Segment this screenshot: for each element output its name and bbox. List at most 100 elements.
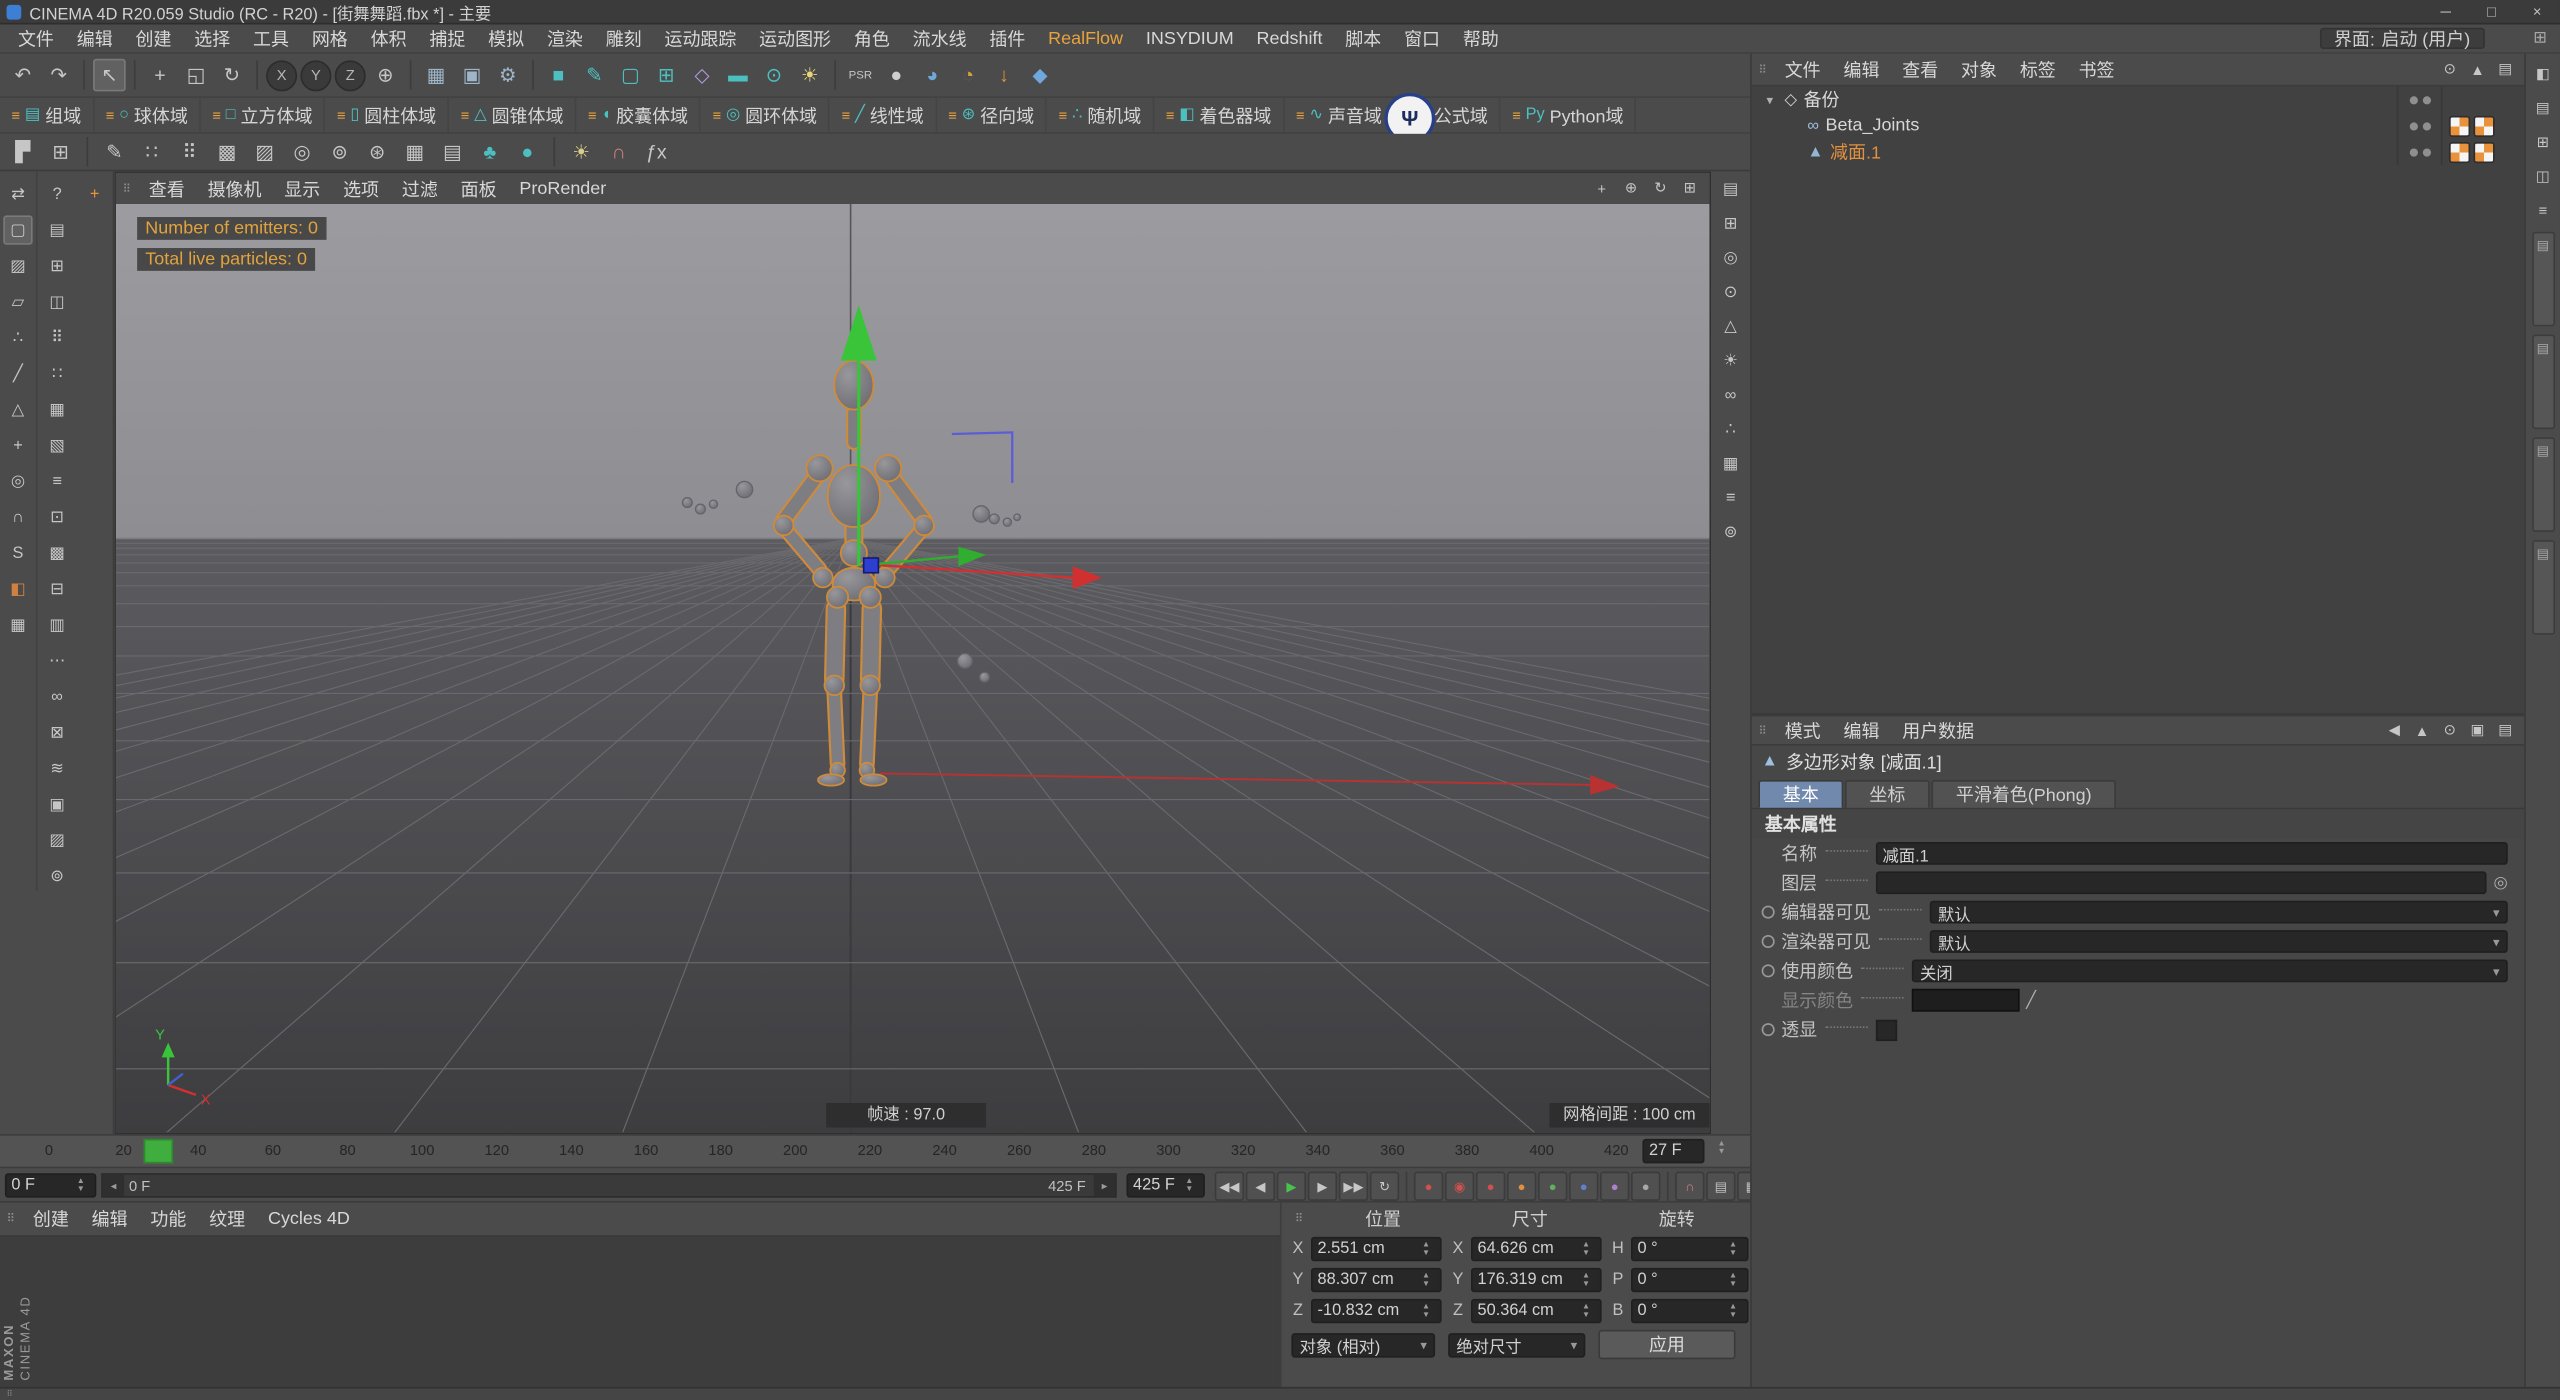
- object-manager-menu-item[interactable]: 标签: [2008, 54, 2067, 85]
- filter-toggle-icon[interactable]: △: [1716, 312, 1745, 341]
- spinner[interactable]: [1422, 1242, 1435, 1257]
- material-ball-icon[interactable]: ●: [880, 59, 913, 92]
- palette-command-icon[interactable]: ⊡: [42, 503, 71, 532]
- layout-d-icon[interactable]: ≡: [2530, 197, 2556, 223]
- realflow-cone-field-button[interactable]: ≡ △ 圆锥体域: [449, 97, 577, 133]
- qr-sphere-icon[interactable]: ◔: [952, 59, 985, 92]
- points-mode-icon[interactable]: ∴: [3, 323, 32, 352]
- object-manager-menu-item[interactable]: 对象: [1950, 54, 2009, 85]
- minimize-button[interactable]: ─: [2423, 0, 2469, 23]
- material-menu-item[interactable]: 功能: [139, 1203, 198, 1236]
- spinner[interactable]: [1729, 1304, 1742, 1319]
- mesh-pattern-icon[interactable]: ▦: [398, 135, 431, 168]
- layout-a-icon[interactable]: ▤: [2530, 95, 2556, 121]
- viewport-menu-item[interactable]: 显示: [273, 173, 332, 204]
- size-value-input[interactable]: 50.364 cm: [1471, 1298, 1602, 1324]
- panel-grip-icon[interactable]: ⠿: [1758, 63, 1766, 75]
- palette-command-icon[interactable]: ⋯: [42, 646, 71, 675]
- menu-item[interactable]: 模拟: [477, 24, 536, 52]
- menu-item[interactable]: RealFlow: [1037, 24, 1135, 52]
- filter-toggle-icon[interactable]: ∴: [1716, 414, 1745, 443]
- spinner[interactable]: [1729, 1242, 1742, 1257]
- viewport-solo-icon[interactable]: ◎: [3, 467, 32, 496]
- filter-toggle-icon[interactable]: ≡: [1716, 483, 1745, 512]
- menu-item[interactable]: 帮助: [1451, 24, 1510, 52]
- panel-grip-icon[interactable]: ⠿: [7, 1212, 15, 1225]
- enable-axis-icon[interactable]: +: [3, 431, 32, 460]
- realflow-python-field-button[interactable]: ≡ Py Python域: [1501, 97, 1637, 133]
- edges-mode-icon[interactable]: ╱: [3, 359, 32, 388]
- render-picture-viewer-icon[interactable]: ▣: [456, 59, 489, 92]
- menu-item[interactable]: 编辑: [65, 24, 124, 52]
- expander-icon[interactable]: ▾: [1762, 92, 1778, 107]
- panel-grip-icon[interactable]: ⠿: [1295, 1212, 1303, 1224]
- environment-floor-icon[interactable]: ▬: [722, 59, 755, 92]
- attribute-menu-item[interactable]: 模式: [1773, 716, 1832, 744]
- viewport-3d-scene[interactable]: Y X: [115, 203, 1710, 1133]
- visibility-dots[interactable]: [2396, 112, 2443, 139]
- object-manager-menu-item[interactable]: 文件: [1773, 54, 1832, 85]
- filter-toggle-icon[interactable]: ∞: [1716, 380, 1745, 409]
- palette-command-icon[interactable]: ▥: [42, 610, 71, 639]
- lock-icon[interactable]: ▣: [2465, 718, 2489, 742]
- menu-item[interactable]: 捕捉: [418, 24, 477, 52]
- attribute-menu-item[interactable]: 编辑: [1832, 716, 1891, 744]
- timeline-ruler[interactable]: 0 20 40 60 80 100 120 140 160 180 200 220 240 260 280 3…: [0, 1134, 1751, 1169]
- lock-z-icon[interactable]: Z: [334, 59, 366, 91]
- layout-b-icon[interactable]: ⊞: [2530, 129, 2556, 155]
- object-row[interactable]: ▾ ◇ 备份: [1752, 86, 2524, 113]
- texture-tag-icon[interactable]: [2473, 115, 2495, 137]
- layout-c-icon[interactable]: ◫: [2530, 163, 2556, 189]
- filter-toggle-icon[interactable]: ▤: [1716, 175, 1745, 204]
- panel-icon[interactable]: ▤: [2493, 718, 2517, 742]
- texture-mode-icon[interactable]: ▨: [3, 251, 32, 280]
- color-picker-icon[interactable]: ╱: [2026, 991, 2036, 1009]
- rotate-view-icon[interactable]: ↻: [1647, 175, 1673, 201]
- menu-item[interactable]: 插件: [978, 24, 1037, 52]
- palette-command-icon[interactable]: ⊚: [42, 862, 71, 891]
- realflow-sound-field-button[interactable]: ≡ ∿ 声音域: [1284, 97, 1395, 133]
- undo-icon[interactable]: ↶: [7, 59, 40, 92]
- slider-right-grip[interactable]: ▸: [1093, 1174, 1116, 1197]
- subdivision-surface-icon[interactable]: ▢: [614, 59, 647, 92]
- autokeying-icon[interactable]: ◉: [1444, 1171, 1475, 1201]
- close-button[interactable]: ×: [2514, 0, 2560, 23]
- hatch-pattern-icon[interactable]: ▨: [248, 135, 281, 168]
- palette-command-icon[interactable]: ▣: [42, 790, 71, 819]
- snap-magnet-icon[interactable]: ∩: [1675, 1171, 1705, 1201]
- layout-tab[interactable]: ▤: [2531, 334, 2555, 430]
- primitive-cube-icon[interactable]: ■: [542, 59, 575, 92]
- record-selection-icon[interactable]: ●: [1475, 1171, 1506, 1201]
- goto-end-icon[interactable]: ▶▶: [1338, 1171, 1369, 1201]
- current-frame-marker[interactable]: [143, 1138, 174, 1164]
- power-slider[interactable]: ◂ 0 F 425 F ▸: [101, 1173, 1117, 1198]
- viewport-menu-item[interactable]: 选项: [332, 173, 391, 204]
- rotation-value-input[interactable]: 0 °: [1631, 1298, 1749, 1324]
- toggle-panel-icon[interactable]: ⊞: [1677, 175, 1703, 201]
- position-value-input[interactable]: -10.832 cm: [1311, 1298, 1442, 1324]
- frame-spinner[interactable]: [1718, 1141, 1731, 1156]
- tab-平滑着色(Phong)[interactable]: 平滑着色(Phong): [1931, 779, 2117, 808]
- object-manager-menu-item[interactable]: 查看: [1891, 54, 1950, 85]
- realflow-torus-field-button[interactable]: ≡ ◎ 圆环体域: [701, 97, 831, 133]
- viewport-menu-item[interactable]: 过滤: [390, 173, 449, 204]
- nav-up-icon[interactable]: ▲: [2410, 718, 2434, 742]
- spinner[interactable]: [1185, 1178, 1198, 1193]
- layer-browser-icon[interactable]: ◎: [2493, 874, 2507, 892]
- realflow-group-field-button[interactable]: ≡ ▤ 组域: [0, 97, 95, 133]
- texture-tag-icon[interactable]: [2448, 115, 2471, 137]
- block-pattern-icon[interactable]: ▤: [436, 135, 469, 168]
- display-color-swatch[interactable]: [1911, 988, 2020, 1012]
- record-position-icon[interactable]: ●: [1506, 1171, 1537, 1201]
- viewport-config-icon[interactable]: ▛: [7, 135, 40, 168]
- spinner[interactable]: [1582, 1304, 1595, 1319]
- realflow-shader-field-button[interactable]: ≡ ◧ 着色器域: [1154, 97, 1285, 133]
- menu-item[interactable]: 雕刻: [594, 24, 653, 52]
- orbit-brush-icon[interactable]: ⊚: [323, 135, 356, 168]
- render-visibility-dropdown[interactable]: 默认: [1929, 930, 2508, 954]
- rotation-value-input[interactable]: 0 °: [1631, 1267, 1749, 1293]
- palette-command-icon[interactable]: ∞: [42, 682, 71, 711]
- visibility-dots[interactable]: [2396, 86, 2443, 113]
- menu-item[interactable]: Redshift: [1245, 24, 1334, 52]
- ring-brush-icon[interactable]: ◎: [286, 135, 319, 168]
